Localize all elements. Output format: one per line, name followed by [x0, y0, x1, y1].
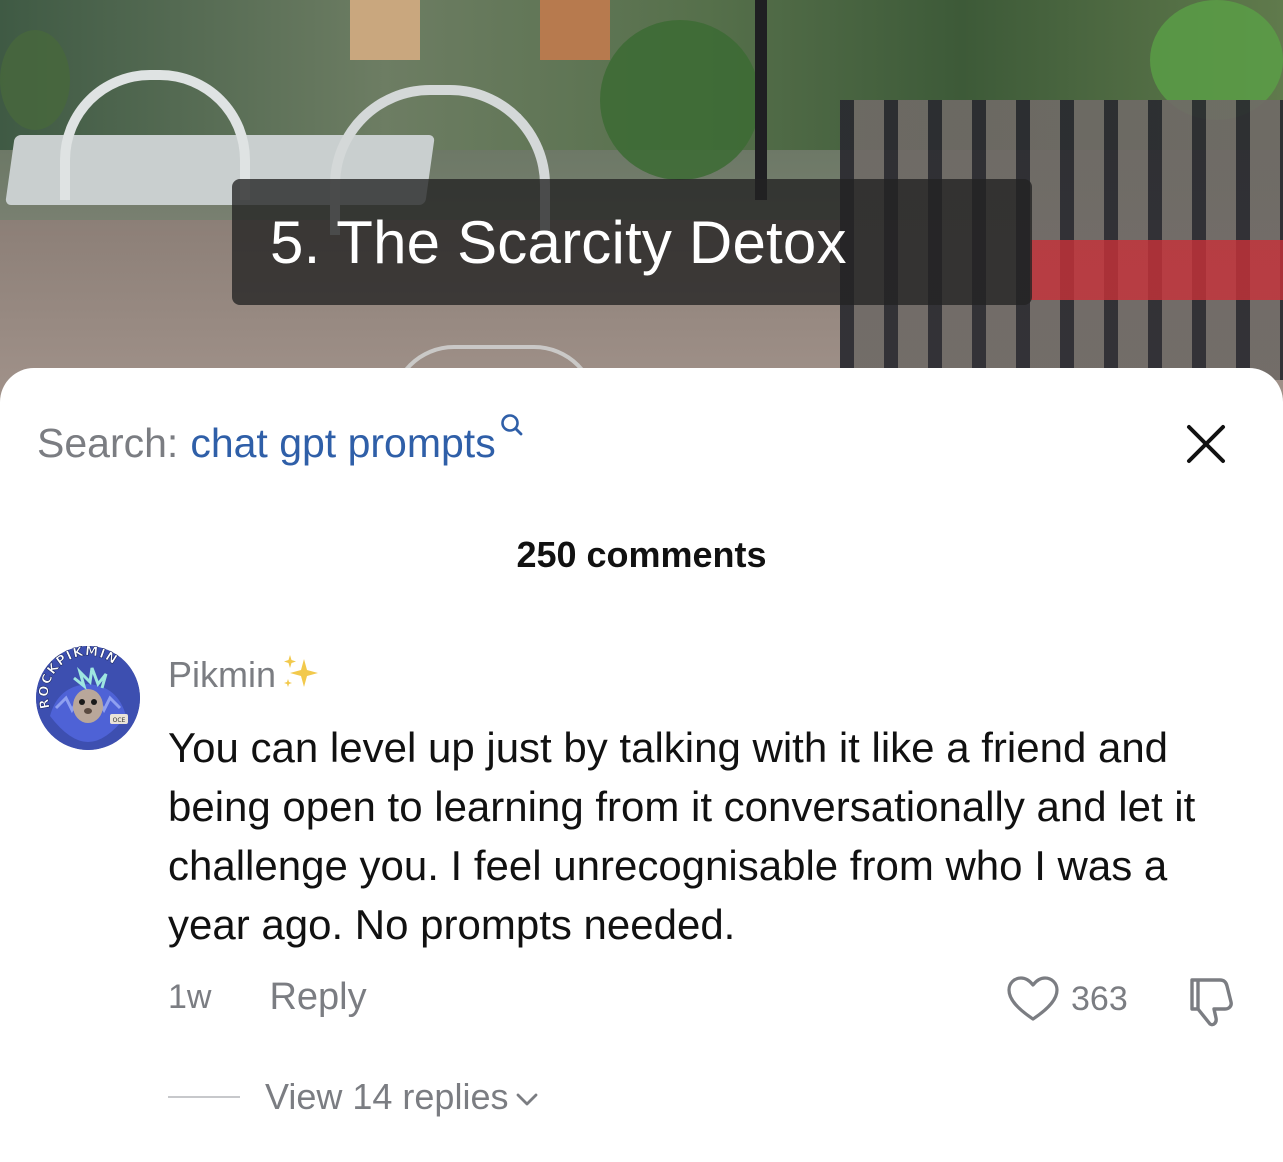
- search-suggestion[interactable]: Search: chat gpt prompts: [37, 414, 524, 468]
- replies-divider: [168, 1096, 240, 1098]
- bg-plant: [0, 30, 70, 130]
- comment-timestamp: 1w: [168, 978, 212, 1016]
- bg-pole: [755, 0, 767, 200]
- chevron-down-icon: [517, 1093, 538, 1106]
- like-button[interactable]: 363: [1005, 974, 1128, 1024]
- avatar-ring-text: ROCKPIKMIN: [36, 646, 121, 710]
- sparkles-icon: [284, 655, 319, 687]
- heart-outline-icon: [1007, 976, 1059, 1021]
- comment-author[interactable]: Pikmin: [168, 654, 322, 696]
- avatar-ring-label: ROCKPIKMIN: [36, 646, 119, 710]
- bg-pot: [350, 0, 420, 60]
- search-query-link[interactable]: chat gpt prompts: [190, 420, 495, 467]
- search-prefix: Search:: [37, 419, 179, 466]
- comment-text: You can level up just by talking with it…: [168, 724, 1196, 948]
- view-replies-label[interactable]: View 14 replies: [265, 1076, 508, 1118]
- comment-count: 250 comments: [516, 534, 767, 575]
- bg-cushion: [1030, 240, 1283, 300]
- username[interactable]: Pikmin: [168, 654, 276, 696]
- bg-pot: [540, 0, 610, 60]
- search-icon: [500, 414, 523, 436]
- like-count: 363: [1071, 979, 1128, 1018]
- reply-button[interactable]: Reply: [269, 976, 366, 1019]
- comment-meta: 1w Reply: [168, 976, 367, 1019]
- thumbs-down-icon[interactable]: [1184, 972, 1238, 1030]
- bg-plant: [600, 20, 760, 180]
- close-icon[interactable]: [1183, 421, 1229, 467]
- comments-sheet: Search: chat gpt prompts 250 comments OC…: [0, 368, 1283, 1162]
- svg-text:ROCKPIKMIN: ROCKPIKMIN: [37, 646, 121, 710]
- video-background: 5. The Scarcity Detox: [0, 0, 1283, 420]
- video-overlay-title: 5. The Scarcity Detox: [232, 179, 1032, 305]
- view-replies-button[interactable]: View 14 replies: [168, 1076, 540, 1118]
